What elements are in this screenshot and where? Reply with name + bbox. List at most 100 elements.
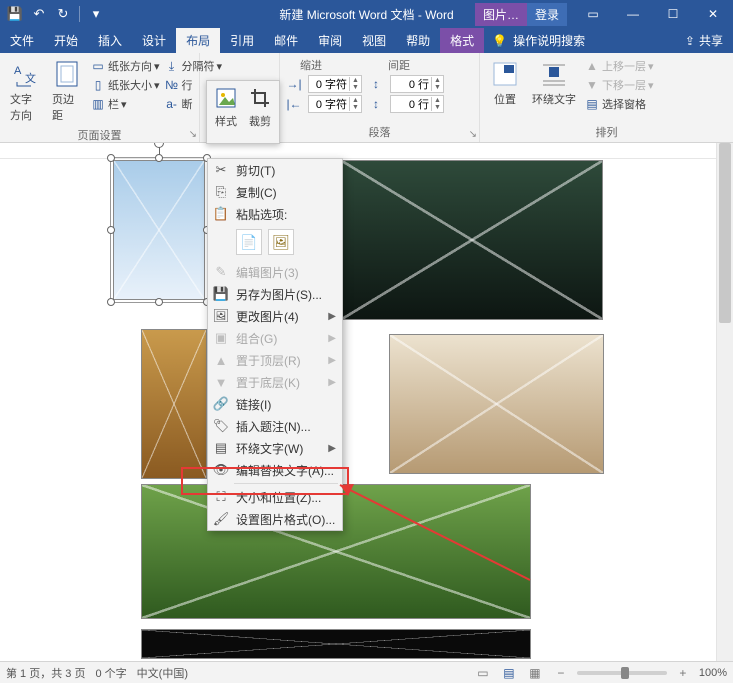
tab-file[interactable]: 文件 [0,28,44,53]
image-dog[interactable] [113,160,205,300]
indent-left-input[interactable]: ▲▼ [308,75,362,93]
margins-label: 页边距 [52,91,82,123]
group-arrange: 位置 环绕文字 ▲上移一层 ▾ ▼下移一层 ▾ ▤选择窗格 排列 [480,53,733,142]
picture-styles-button[interactable]: 样式 [213,85,239,129]
image-tiger[interactable] [389,334,604,474]
svg-text:文: 文 [25,71,36,85]
zoom-level[interactable]: 100% [699,667,727,679]
ctx-edit-alt-text[interactable]: 👁编辑替换文字(A)... [208,459,342,481]
crop-icon [247,85,273,111]
ctx-insert-caption[interactable]: 🏷插入题注(N)... [208,415,342,437]
orientation-button[interactable]: ▭纸张方向 ▾ [90,57,160,75]
size-button[interactable]: ▯纸张大小 ▾ [90,76,160,94]
margins-button[interactable]: 页边距 [48,57,86,125]
format-picture-icon: 🖌 [212,511,230,527]
tab-insert[interactable]: 插入 [88,28,132,53]
link-icon: 🔗 [212,396,230,412]
paste-option-picture[interactable]: 🖼 [268,229,294,255]
ctx-paste-options-header: 📋粘贴选项: [208,203,342,225]
page-canvas[interactable] [0,159,733,661]
ribbon-display-options-icon[interactable]: ▭ [573,0,613,28]
tab-mailings[interactable]: 邮件 [264,28,308,53]
share-icon: ⇪ [685,34,695,48]
zoom-in-button[interactable]: + [673,665,693,681]
zoom-slider-thumb[interactable] [621,667,629,679]
picture-context-menu: ✂剪切(T) ⎘复制(C) 📋粘贴选项: 📄 🖼 ✎编辑图片(3) 💾另存为图片… [207,158,343,531]
svg-text:A: A [14,65,22,77]
close-icon[interactable]: ✕ [693,0,733,28]
ctx-save-as-picture[interactable]: 💾另存为图片(S)... [208,283,342,305]
ctx-copy[interactable]: ⎘复制(C) [208,181,342,203]
ctx-paste-options: 📄 🖼 [208,225,342,261]
image-lion[interactable] [141,329,207,479]
selection-pane-button[interactable]: ▤选择窗格 [584,95,654,113]
tab-help[interactable]: 帮助 [396,28,440,53]
group-paragraph: 缩进 间距 →| ▲▼ ↕ ▲▼ |← ▲▼ ↕ ▲▼ 段落 ↘ [280,53,480,142]
view-web-layout[interactable]: ▦ [525,665,545,681]
tab-format[interactable]: 格式 [440,28,484,53]
page-setup-dialog-launcher[interactable]: ↘ [189,129,197,140]
columns-icon: ▥ [90,96,106,112]
space-after-input[interactable]: ▲▼ [390,95,444,113]
hyphenation-icon: a- [164,96,180,112]
save-icon[interactable]: 💾 [4,3,26,25]
vertical-scroll-thumb[interactable] [719,143,731,323]
status-language[interactable]: 中文(中国) [137,665,188,681]
wrap-text-button[interactable]: 环绕文字 [528,57,580,109]
tab-review[interactable]: 审阅 [308,28,352,53]
ctx-size-and-position[interactable]: ⛶大小和位置(Z)... [208,486,342,508]
view-read-mode[interactable]: ▭ [473,665,493,681]
space-before-input[interactable]: ▲▼ [390,75,444,93]
ctx-group: ▣组合(G)▶ [208,327,342,349]
maximize-icon[interactable]: ☐ [653,0,693,28]
tab-references[interactable]: 引用 [220,28,264,53]
wrap-text-label: 环绕文字 [532,91,576,107]
position-label: 位置 [494,91,516,107]
share-label: 共享 [699,32,723,49]
tab-design[interactable]: 设计 [132,28,176,53]
paste-option-keep-source[interactable]: 📄 [236,229,262,255]
ctx-cut[interactable]: ✂剪切(T) [208,159,342,181]
ctx-edit-picture: ✎编辑图片(3) [208,261,342,283]
minimize-icon[interactable]: — [613,0,653,28]
ctx-wrap-text[interactable]: ▤环绕文字(W)▶ [208,437,342,459]
image-elephant[interactable] [341,160,603,320]
view-print-layout[interactable]: ▤ [499,665,519,681]
status-page[interactable]: 第 1 页，共 3 页 [6,665,85,681]
paragraph-dialog-launcher[interactable]: ↘ [469,129,477,140]
sign-in-button[interactable]: 登录 [527,3,567,26]
indent-heading: 缩进 [300,57,322,73]
window-title: 新建 Microsoft Word 文档 - Word [279,6,453,23]
size-position-icon: ⛶ [212,489,230,505]
tell-me-label: 操作说明搜索 [513,32,585,49]
tab-home[interactable]: 开始 [44,28,88,53]
qat-customize-icon[interactable]: ▾ [85,3,107,25]
image-dark[interactable] [141,629,531,659]
selection-pane-icon: ▤ [584,96,600,112]
picture-styles-icon [213,85,239,111]
vertical-scrollbar[interactable] [716,143,733,661]
title-bar: 💾 ↶ ↻ ▾ 新建 Microsoft Word 文档 - Word 图片… … [0,0,733,28]
ctx-format-picture[interactable]: 🖌设置图片格式(O)... [208,508,342,530]
ctx-send-to-back: ▼置于底层(K)▶ [208,371,342,393]
tab-layout[interactable]: 布局 [176,28,220,53]
redo-icon[interactable]: ↻ [52,3,74,25]
position-button[interactable]: 位置 [486,57,524,109]
copy-icon: ⎘ [212,184,230,200]
ctx-change-picture[interactable]: 🖼更改图片(4)▶ [208,305,342,327]
status-word-count[interactable]: 0 个字 [95,665,126,681]
bring-forward-button: ▲上移一层 ▾ [584,57,654,75]
ctx-link[interactable]: 🔗链接(I) [208,393,342,415]
tab-view[interactable]: 视图 [352,28,396,53]
columns-button[interactable]: ▥栏 ▾ [90,95,160,113]
zoom-slider[interactable] [577,671,667,675]
crop-button[interactable]: 裁剪 [247,85,273,129]
undo-icon[interactable]: ↶ [28,3,50,25]
indent-right-input[interactable]: ▲▼ [308,95,362,113]
text-direction-button[interactable]: A文 文字方向 [6,57,44,125]
document-area[interactable] [0,143,733,661]
horizontal-ruler[interactable] [0,143,733,159]
share-button[interactable]: ⇪ 共享 [675,28,733,53]
zoom-out-button[interactable]: − [551,665,571,681]
tell-me-search[interactable]: 💡 操作说明搜索 [484,28,593,53]
